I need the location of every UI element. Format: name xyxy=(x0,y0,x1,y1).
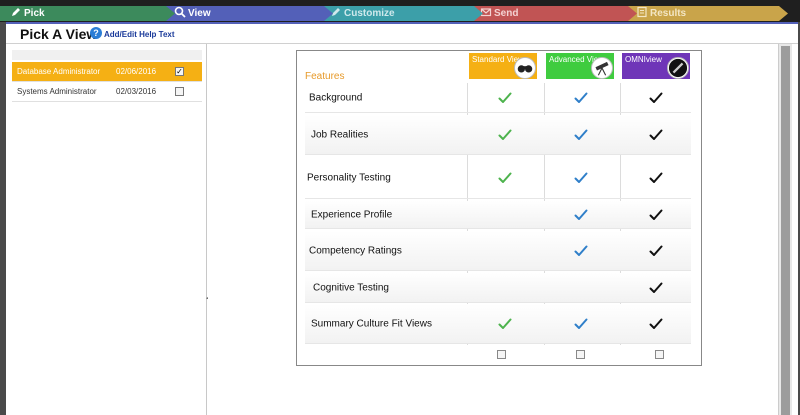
step-view[interactable]: View xyxy=(166,6,336,21)
feature-name: Summary Culture Fit Views xyxy=(311,318,432,329)
feature-row: Experience Profile xyxy=(305,201,691,229)
checkmark-icon xyxy=(498,318,512,330)
checkmark-icon xyxy=(649,92,663,104)
feature-row: Summary Culture Fit Views xyxy=(305,304,691,344)
feature-row: Job Realities xyxy=(305,115,691,155)
features-label: Features xyxy=(305,71,345,82)
checkmark-icon xyxy=(574,209,588,221)
list-item-date: 02/03/2016 xyxy=(116,87,157,96)
checkmark-icon xyxy=(574,129,588,141)
select-standard-view-checkbox[interactable] xyxy=(497,350,506,359)
feature-row: Competency Ratings xyxy=(305,231,691,271)
pencil-icon xyxy=(10,6,22,18)
view-comparison-card: Features Standard View Advanced View OMN… xyxy=(296,50,702,366)
checkmark-icon xyxy=(649,282,663,294)
pen-icon xyxy=(330,6,342,18)
checkmark-icon xyxy=(498,129,512,141)
vertical-scrollbar[interactable] xyxy=(778,44,792,415)
wizard-steps: Pick View Customize Send Results xyxy=(0,0,800,22)
checkmark-icon xyxy=(574,172,588,184)
feature-name: Background xyxy=(309,92,363,103)
feature-row: Cognitive Testing xyxy=(305,273,691,303)
feature-name: Competency Ratings xyxy=(309,245,402,256)
telescope-icon xyxy=(591,57,613,79)
app-window: Pick View Customize Send Results Pick A … xyxy=(0,0,800,415)
microscope-icon xyxy=(667,57,689,79)
feature-name: Experience Profile xyxy=(311,209,393,220)
checkmark-icon xyxy=(649,172,663,184)
scrollbar-thumb[interactable] xyxy=(781,46,790,415)
step-pick-label: Pick xyxy=(24,8,45,19)
checkmark-icon xyxy=(498,92,512,104)
list-item-checkbox[interactable] xyxy=(175,87,184,96)
list-item-name: Systems Administrator xyxy=(17,87,97,96)
feature-name: Personality Testing xyxy=(307,172,391,183)
page-title: Pick A View xyxy=(20,26,98,42)
step-send[interactable]: Send xyxy=(474,6,638,21)
list-item[interactable]: Systems Administrator 02/03/2016 xyxy=(12,82,202,102)
feature-row: Personality Testing xyxy=(305,157,691,199)
checkmark-icon xyxy=(574,245,588,257)
select-omniview-checkbox[interactable] xyxy=(655,350,664,359)
list-item-name: Database Administrator xyxy=(17,67,101,76)
view-content-pane: Features Standard View Advanced View OMN… xyxy=(208,44,778,415)
step-results-label: Results xyxy=(650,8,687,19)
binoculars-icon xyxy=(514,57,536,79)
list-item-checkbox[interactable]: ✓ xyxy=(175,67,184,76)
list-item-date: 02/06/2016 xyxy=(116,67,157,76)
step-view-label: View xyxy=(188,8,211,19)
list-item[interactable]: Database Administrator 02/06/2016 ✓ xyxy=(12,62,202,82)
report-icon xyxy=(636,6,648,18)
checkmark-icon xyxy=(649,245,663,257)
standard-view-header: Standard View xyxy=(469,53,537,79)
advanced-view-header: Advanced View xyxy=(546,53,614,79)
add-edit-help-text-link[interactable]: Add/Edit Help Text xyxy=(104,30,175,39)
job-list-pane: Database Administrator 02/06/2016 ✓ Syst… xyxy=(6,44,207,415)
step-customize[interactable]: Customize xyxy=(324,6,484,21)
step-pick[interactable]: Pick xyxy=(0,6,177,21)
select-advanced-view-checkbox[interactable] xyxy=(576,350,585,359)
step-send-label: Send xyxy=(494,8,519,19)
feature-row: Background xyxy=(305,83,691,113)
envelope-icon xyxy=(480,6,492,18)
help-icon[interactable]: ? xyxy=(90,27,102,39)
page-header: Pick A View ? Add/Edit Help Text xyxy=(6,24,798,44)
feature-name: Cognitive Testing xyxy=(313,282,389,293)
checkmark-icon xyxy=(649,129,663,141)
feature-name: Job Realities xyxy=(311,129,369,140)
step-customize-label: Customize xyxy=(344,8,395,19)
checkmark-icon xyxy=(574,92,588,104)
main-panel: Pick A View ? Add/Edit Help Text Databas… xyxy=(6,22,798,415)
list-header xyxy=(12,50,202,60)
checkmark-icon xyxy=(649,209,663,221)
omniview-label: OMNIview xyxy=(625,55,662,64)
checkmark-icon xyxy=(498,172,512,184)
omniview-header: OMNIview xyxy=(622,53,690,79)
checkmark-icon xyxy=(574,318,588,330)
magnifier-icon xyxy=(174,6,186,18)
checkmark-icon xyxy=(649,318,663,330)
step-results[interactable]: Results xyxy=(628,6,788,21)
